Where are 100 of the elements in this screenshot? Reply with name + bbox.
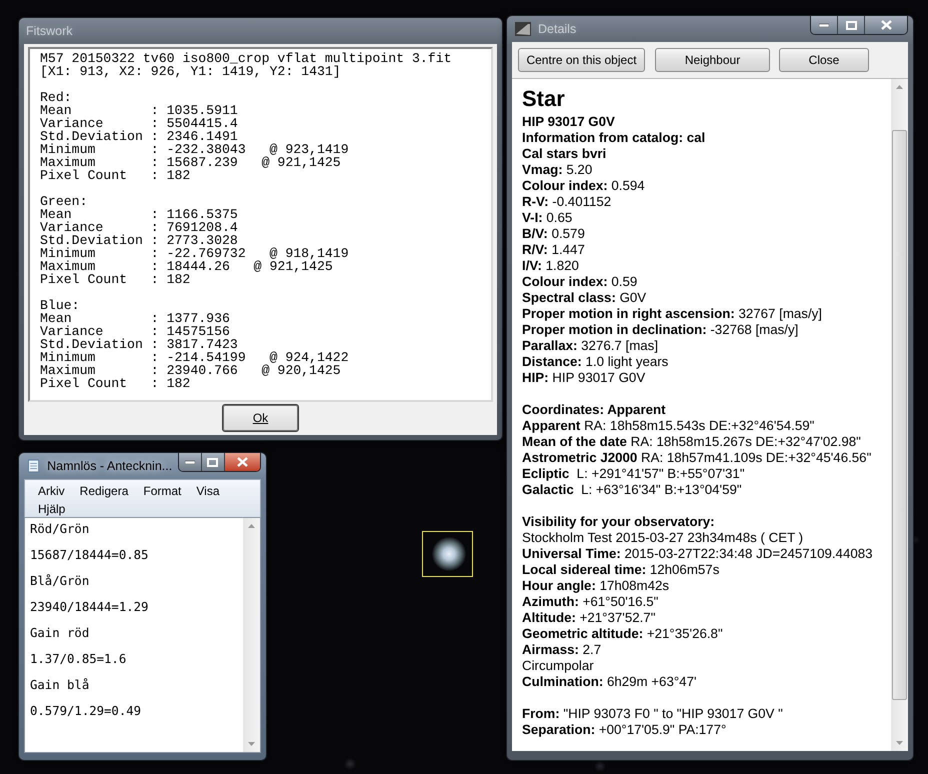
- app-icon: [514, 21, 532, 37]
- statistic-label: Minimum: [40, 143, 96, 156]
- detail-line: Ecliptic L: +291°41'57" B:+55°07'31": [522, 466, 745, 482]
- menu-item[interactable]: Format: [136, 482, 190, 500]
- detail-line: Hour angle: 17h08m42s: [522, 578, 670, 594]
- menu-item[interactable]: Arkiv: [31, 482, 73, 500]
- centre-button[interactable]: Centre on this object: [518, 48, 645, 72]
- detail-line: Coordinates: Apparent: [522, 402, 666, 418]
- detail-line: V-I: 0.65: [522, 210, 572, 226]
- statistic-label: Pixel Count: [40, 377, 128, 390]
- menu-item[interactable]: Hjälp: [31, 500, 74, 518]
- close-button[interactable]: [224, 453, 260, 471]
- detail-line: Colour index: 0.59: [522, 274, 638, 290]
- statistic-value: : 2346.1491: [150, 130, 238, 143]
- detail-line: Colour index: 0.594: [522, 178, 645, 194]
- statistic-value: : 14575156: [150, 325, 230, 338]
- file-info-text: M57 20150322 tv60 iso800_crop vflat multipoint 3.fit: [40, 52, 452, 65]
- close-icon: [236, 457, 248, 467]
- maximize-button[interactable]: [837, 16, 864, 34]
- detail-line: Proper motion in declination: -32768 [mas/y]: [522, 322, 798, 338]
- detail-line: Local sidereal time: 12h06m57s: [522, 562, 720, 578]
- text-line: 1.37/0.85=1.6: [30, 652, 126, 668]
- statistic-value: : 7691208.4: [150, 221, 238, 234]
- detail-line: R-V: -0.401152: [522, 194, 612, 210]
- text-line: 23940/18444=1.29: [30, 600, 148, 616]
- statistic-value: : 1377.936: [150, 312, 230, 325]
- close-icon: [880, 20, 892, 30]
- text-line: 0.579/1.29=0.49: [30, 704, 142, 720]
- detail-line: From: "HIP 93073 F0 " to "HIP 93017 G0V ": [522, 706, 783, 722]
- statistic-value: : 2773.3028: [150, 234, 238, 247]
- statistic-label: Variance: [40, 325, 104, 338]
- statistic-value: : 1166.5375: [150, 208, 238, 221]
- scrollbar-thumb[interactable]: [892, 130, 907, 700]
- detail-line: Proper motion in right ascension: 32767 [mas/y]: [522, 306, 822, 322]
- statistic-label: Minimum: [40, 351, 96, 364]
- statistic-label: Pixel Count: [40, 273, 128, 286]
- statistic-label: Std.Deviation: [40, 234, 144, 247]
- detail-line: HIP: HIP 93017 G0V: [522, 370, 646, 386]
- detail-line: Cal stars bvri: [522, 146, 606, 162]
- statistic-value: : -22.769732 @ 918,1419: [150, 247, 349, 260]
- statistic-value: : 182: [150, 377, 190, 390]
- detail-line: Universal Time: 2015-03-27T22:34:48 JD=2457109.44083: [522, 546, 873, 562]
- window-title: Fitswork: [26, 24, 74, 38]
- detail-line: Azimuth: +61°50'16.5": [522, 594, 658, 610]
- statistic-label: Mean: [40, 104, 72, 117]
- detail-line: I/V: 1.820: [522, 258, 579, 274]
- statistic-value: : 18444.26 @ 921,1425: [150, 260, 333, 273]
- detail-line: Circumpolar: [522, 658, 594, 674]
- statistics-text-area[interactable]: [28, 47, 493, 402]
- channel-heading: Red:: [40, 91, 72, 104]
- text-line: Röd/Grön: [30, 522, 90, 538]
- window-title: Details: [538, 22, 578, 36]
- statistic-value: : 23940.766 @ 920,1425: [150, 364, 341, 377]
- minimize-icon: [185, 460, 196, 464]
- statistic-value: : -214.54199 @ 924,1422: [150, 351, 349, 364]
- minimize-icon: [819, 23, 829, 27]
- detail-line: Parallax: 3276.7 [mas]: [522, 338, 658, 354]
- ok-button[interactable]: Ok: [223, 405, 298, 431]
- maximize-button[interactable]: [201, 453, 224, 471]
- detail-line: Airmass: 2.7: [522, 642, 602, 658]
- statistic-label: Maximum: [40, 260, 96, 273]
- statistic-value: : 1035.5911: [150, 104, 238, 117]
- statistic-value: : -232.38043 @ 923,1419: [150, 143, 349, 156]
- detail-line: Spectral class: G0V: [522, 290, 646, 306]
- statistic-label: Std.Deviation: [40, 338, 144, 351]
- channel-heading: Green:: [40, 195, 88, 208]
- detail-line: Information from catalog: cal: [522, 130, 706, 146]
- object-type-heading: Star: [522, 87, 566, 111]
- detail-line: Stockholm Test 2015-03-27 23h34m48s ( CET ): [522, 530, 804, 546]
- statistic-label: Std.Deviation: [40, 130, 144, 143]
- selection-rectangle[interactable]: [422, 531, 473, 577]
- menu-item[interactable]: Visa: [189, 482, 228, 500]
- text-line: Gain blå: [30, 678, 90, 694]
- statistic-value: : 3817.7423: [150, 338, 238, 351]
- close-button[interactable]: Close: [779, 48, 869, 72]
- neighbour-button[interactable]: Neighbour: [655, 48, 770, 72]
- detail-line: Visibility for your observatory:: [522, 514, 715, 530]
- close-button[interactable]: [864, 16, 907, 34]
- channel-heading: Blue:: [40, 299, 80, 312]
- detail-line: B/V: 0.579: [522, 226, 585, 242]
- text-line: Gain röd: [30, 626, 90, 642]
- notepad-icon: [26, 458, 42, 474]
- minimize-button[interactable]: [811, 16, 837, 34]
- statistic-value: : 5504415.4: [150, 117, 238, 130]
- menu-item[interactable]: Redigera: [72, 482, 136, 500]
- statistic-label: Mean: [40, 208, 72, 221]
- maximize-icon: [207, 458, 218, 466]
- maximize-icon: [846, 20, 856, 30]
- detail-line: Geometric altitude: +21°35'26.8": [522, 626, 723, 642]
- detail-line: Galactic L: +63°16'34" B:+13°04'59": [522, 482, 742, 498]
- text-line: 15687/18444=0.85: [30, 548, 148, 564]
- detail-line: R/V: 1.447: [522, 242, 585, 258]
- detail-line: Astrometric J2000 RA: 18h57m41.109s DE:+32°45'46.56": [522, 450, 872, 466]
- detail-line: Culmination: 6h29m +63°47': [522, 674, 696, 690]
- detail-line: Distance: 1.0 light years: [522, 354, 668, 370]
- minimize-button[interactable]: [179, 453, 201, 471]
- scrollbar[interactable]: [891, 79, 908, 751]
- detail-line: Separation: +00°17'05.9" PA:177°: [522, 722, 726, 738]
- statistic-value: : 15687.239 @ 921,1425: [150, 156, 341, 169]
- statistic-value: : 182: [150, 169, 190, 182]
